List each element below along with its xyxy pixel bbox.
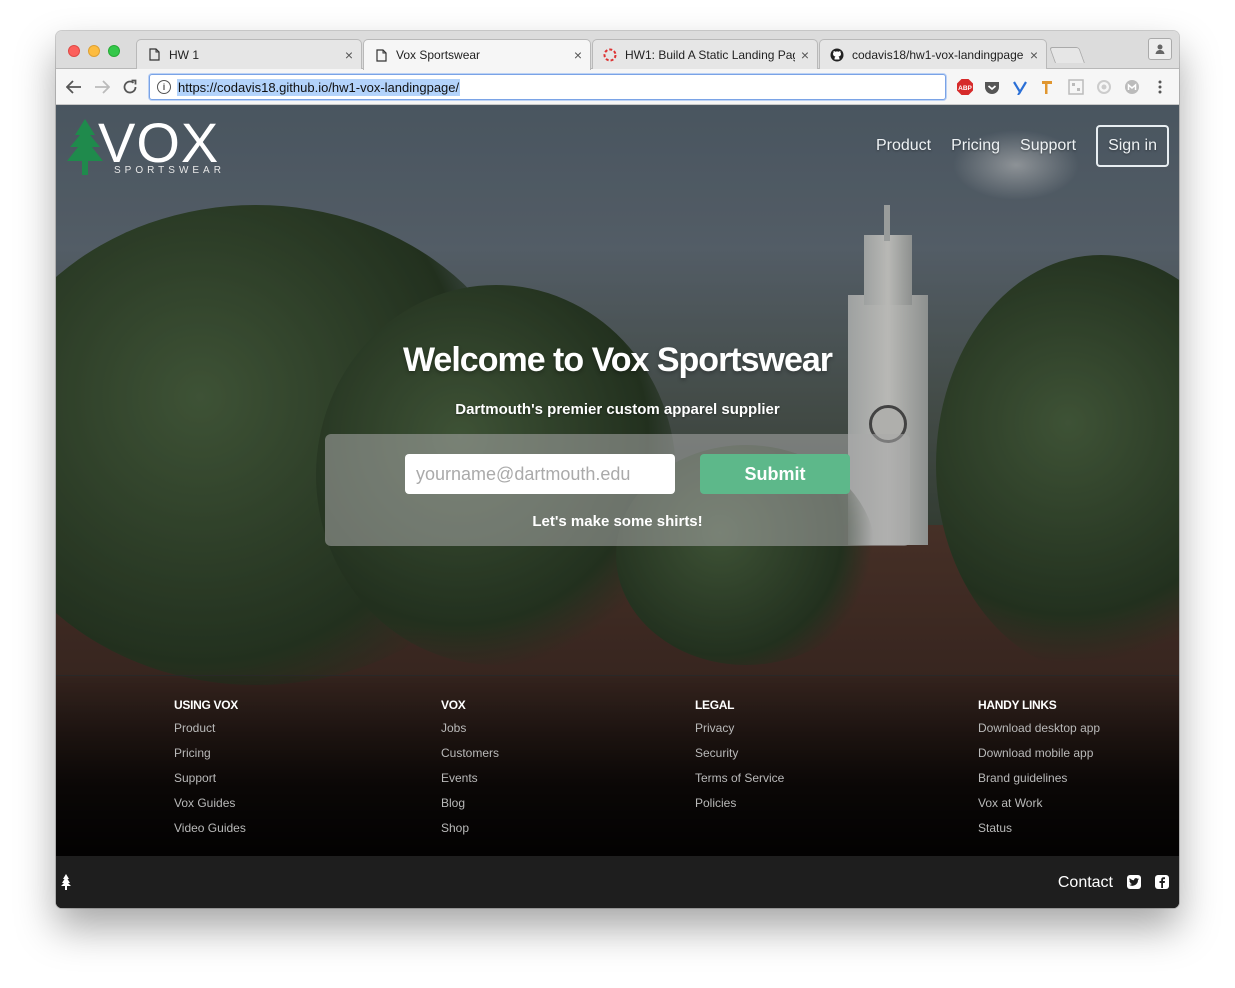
signup-panel: yourname@dartmouth.edu Submit Let's make…	[325, 434, 910, 546]
submit-button[interactable]: Submit	[700, 454, 850, 494]
signup-tagline: Let's make some shirts!	[532, 513, 703, 530]
footer-column-handy-links: HANDY LINKS Download desktop app Downloa…	[978, 698, 1100, 847]
profile-button[interactable]	[1148, 38, 1172, 60]
tab-vox-sportswear[interactable]: Vox Sportswear ×	[363, 39, 591, 70]
nav-support[interactable]: Support	[1020, 137, 1076, 155]
footer-column-vox: VOX Jobs Customers Events Blog Shop	[441, 698, 499, 847]
close-window-button[interactable]	[68, 45, 80, 57]
footer-link-shop[interactable]: Shop	[441, 822, 499, 847]
footer-link-privacy[interactable]: Privacy	[695, 722, 784, 747]
footer-link-customers[interactable]: Customers	[441, 747, 499, 772]
footer-link-blog[interactable]: Blog	[441, 797, 499, 822]
footer-column-legal: LEGAL Privacy Security Terms of Service …	[695, 698, 784, 822]
close-icon[interactable]: ×	[801, 47, 809, 63]
tab-github-repo[interactable]: codavis18/hw1-vox-landingpage ×	[819, 39, 1047, 69]
contact-link[interactable]: Contact	[1058, 874, 1113, 892]
tab-strip: HW 1 × Vox Sportswear × HW1: Build A Sta…	[56, 31, 1179, 70]
pine-tree-icon[interactable]	[61, 874, 71, 890]
abp-icon[interactable]: ABP	[956, 78, 974, 96]
footer-link-security[interactable]: Security	[695, 747, 784, 772]
footer-column-using-vox: USING VOX Product Pricing Support Vox Gu…	[174, 698, 246, 847]
footer-link-video-guides[interactable]: Video Guides	[174, 822, 246, 847]
tab-title: codavis18/hw1-vox-landingpage	[852, 47, 1024, 62]
twitter-icon[interactable]	[1127, 875, 1141, 889]
qr-icon[interactable]	[1067, 78, 1085, 96]
footer-heading: USING VOX	[174, 698, 238, 712]
hero-subtitle: Dartmouth's premier custom apparel suppl…	[455, 401, 780, 418]
footer-link-status[interactable]: Status	[978, 822, 1100, 847]
bottom-bar: Contact	[56, 856, 1179, 908]
footer-link-pricing[interactable]: Pricing	[174, 747, 246, 772]
logo-wordmark: VOX	[98, 111, 220, 174]
m-icon[interactable]	[1123, 78, 1141, 96]
nav-pricing[interactable]: Pricing	[951, 137, 1000, 155]
close-icon[interactable]: ×	[1030, 47, 1038, 63]
url-text[interactable]: https://codavis18.github.io/hw1-vox-land…	[177, 78, 461, 96]
browser-window: HW 1 × Vox Sportswear × HW1: Build A Sta…	[56, 31, 1179, 908]
footer-link-vox-guides[interactable]: Vox Guides	[174, 797, 246, 822]
page-icon	[147, 48, 161, 62]
footer-link-brand[interactable]: Brand guidelines	[978, 772, 1100, 797]
tab-title: HW1: Build A Static Landing Page	[625, 47, 795, 62]
footer-link-desktop-app[interactable]: Download desktop app	[978, 722, 1100, 747]
yoast-icon[interactable]	[1011, 78, 1029, 96]
footer-link-policies[interactable]: Policies	[695, 797, 784, 822]
site-footer: USING VOX Product Pricing Support Vox Gu…	[56, 675, 1179, 856]
hammer-icon[interactable]	[1039, 78, 1057, 96]
site-header: VOX SPORTSWEAR Product Pricing Support S…	[56, 105, 1179, 185]
close-icon[interactable]: ×	[345, 47, 353, 63]
tab-title: HW 1	[169, 47, 199, 62]
arrow-right-icon	[95, 80, 110, 94]
new-tab-button[interactable]	[1049, 47, 1085, 63]
zoom-window-button[interactable]	[108, 45, 120, 57]
footer-link-terms[interactable]: Terms of Service	[695, 772, 784, 797]
window-controls	[68, 45, 120, 57]
logo-subtitle: SPORTSWEAR	[114, 165, 225, 176]
minimize-window-button[interactable]	[88, 45, 100, 57]
hero-title: Welcome to Vox Sportswear	[402, 341, 833, 379]
email-input[interactable]: yourname@dartmouth.edu	[405, 454, 675, 494]
facebook-icon[interactable]	[1155, 875, 1169, 889]
person-icon	[1155, 44, 1165, 54]
sign-in-button[interactable]: Sign in	[1096, 125, 1169, 167]
pocket-icon[interactable]	[983, 78, 1001, 96]
github-icon	[830, 48, 844, 62]
footer-heading: HANDY LINKS	[978, 698, 1057, 712]
footer-heading: VOX	[441, 698, 466, 712]
forward-button[interactable]	[91, 76, 113, 98]
tab-hw1[interactable]: HW 1 ×	[136, 39, 362, 69]
vox-logo[interactable]: VOX SPORTSWEAR	[66, 113, 236, 177]
footer-link-vox-at-work[interactable]: Vox at Work	[978, 797, 1100, 822]
close-icon[interactable]: ×	[574, 47, 582, 63]
address-bar[interactable]: i https://codavis18.github.io/hw1-vox-la…	[149, 74, 946, 100]
main-nav: Product Pricing Support Sign in	[856, 125, 1169, 167]
circle-icon[interactable]	[1095, 78, 1113, 96]
info-icon[interactable]: i	[157, 80, 171, 94]
browser-toolbar: i https://codavis18.github.io/hw1-vox-la…	[56, 69, 1179, 105]
abp-label: ABP	[958, 85, 972, 92]
menu-kebab-icon[interactable]	[1151, 78, 1169, 96]
lifebuoy-icon	[603, 48, 617, 62]
reload-icon	[123, 79, 137, 94]
page-icon	[374, 48, 388, 62]
footer-link-events[interactable]: Events	[441, 772, 499, 797]
tab-hw1-landing-page[interactable]: HW1: Build A Static Landing Page ×	[592, 39, 818, 69]
footer-link-product[interactable]: Product	[174, 722, 246, 747]
reload-button[interactable]	[119, 76, 141, 98]
footer-link-mobile-app[interactable]: Download mobile app	[978, 747, 1100, 772]
back-button[interactable]	[63, 76, 85, 98]
footer-link-jobs[interactable]: Jobs	[441, 722, 499, 747]
arrow-left-icon	[66, 80, 81, 94]
footer-heading: LEGAL	[695, 698, 735, 712]
footer-link-support[interactable]: Support	[174, 772, 246, 797]
web-page: VOX SPORTSWEAR Product Pricing Support S…	[56, 105, 1179, 908]
nav-product[interactable]: Product	[876, 137, 931, 155]
tab-title: Vox Sportswear	[396, 48, 481, 62]
